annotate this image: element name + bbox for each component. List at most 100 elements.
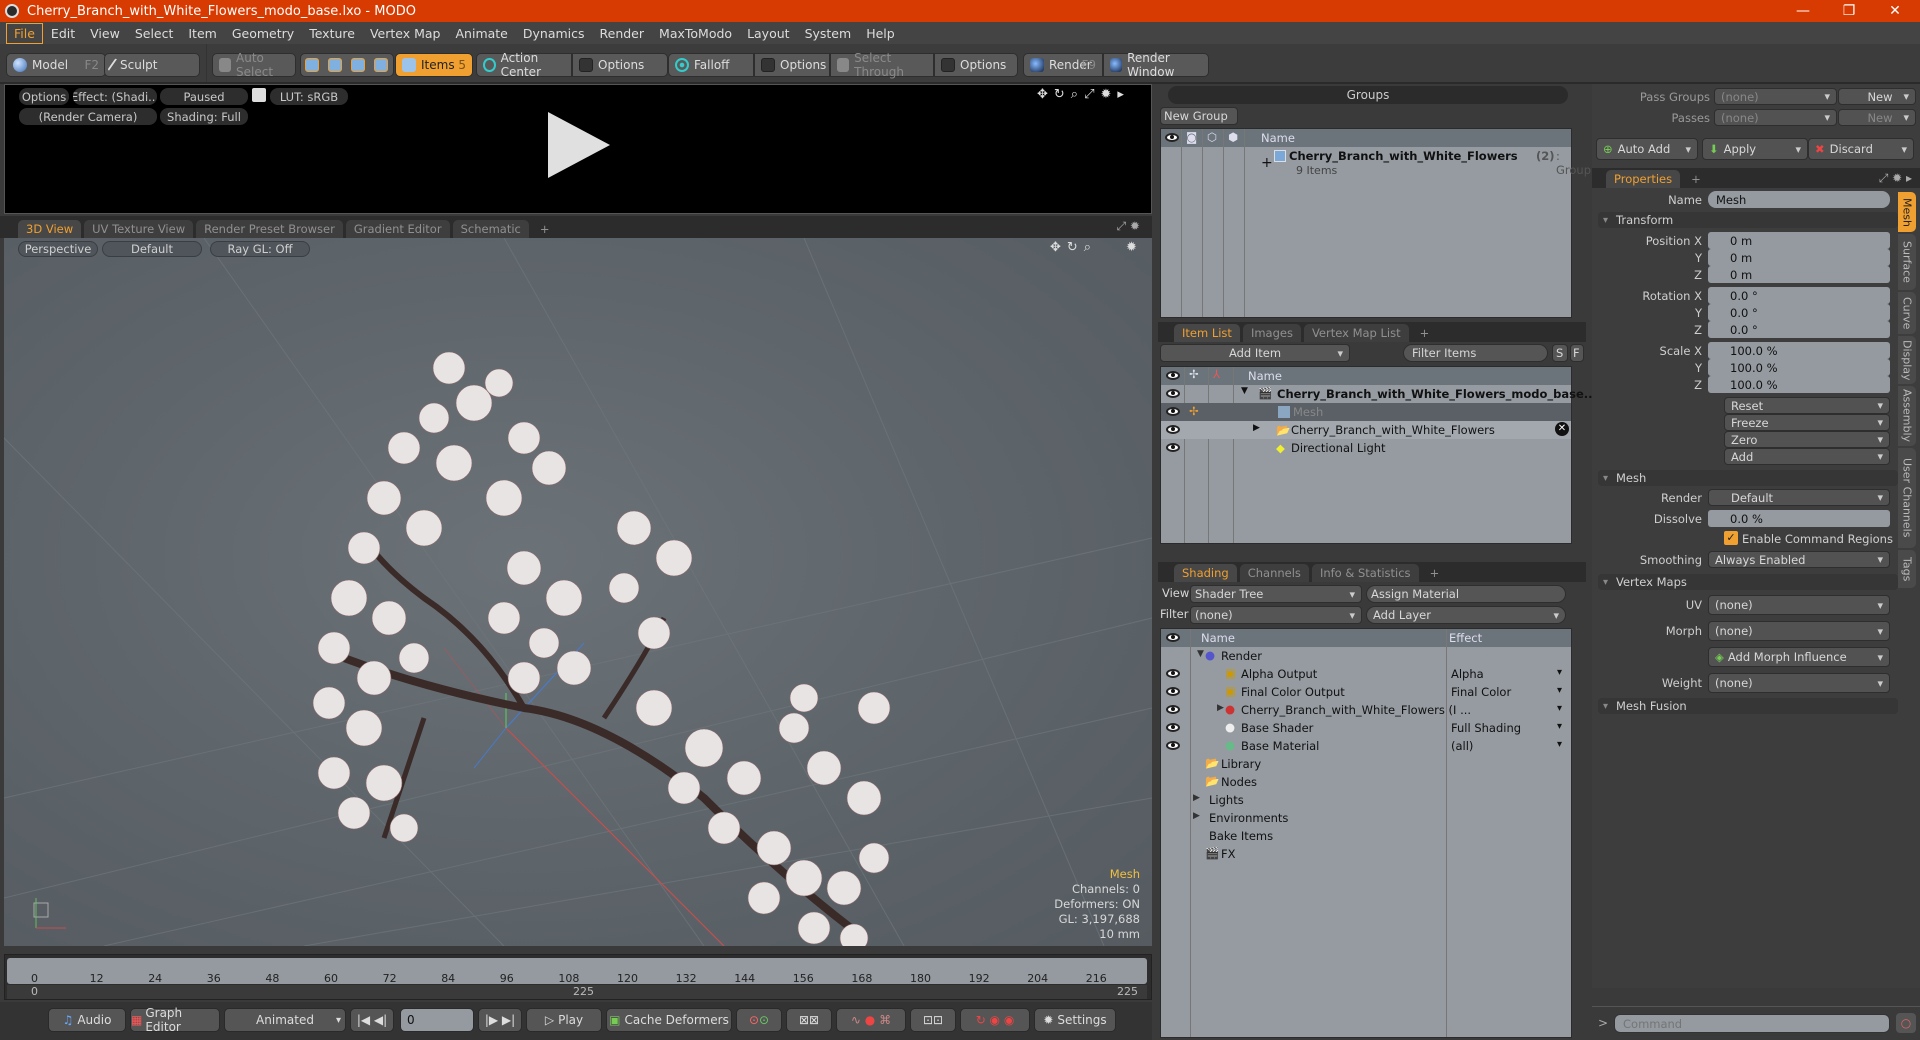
effect-dropdown-icon[interactable]: ▾ [1557, 721, 1562, 732]
pass-groups-dropdown[interactable]: (none) [1714, 88, 1837, 105]
preview-nav-icons[interactable]: ✥↻⌕⤢✹▸ [1037, 87, 1130, 102]
perspective-dropdown[interactable]: Perspective [18, 241, 98, 257]
scale-y-input[interactable]: 100.0 % [1708, 359, 1890, 376]
menu-view[interactable]: View [83, 24, 127, 43]
add-morph-influence-button[interactable]: ◈ Add Morph Influence [1708, 647, 1890, 667]
tab-schematic[interactable]: Schematic [452, 220, 529, 238]
polygon-mode-icon[interactable] [351, 58, 365, 72]
side-tab-display[interactable]: Display [1898, 336, 1916, 384]
side-tab-assembly[interactable]: Assembly [1898, 386, 1916, 446]
side-tab-user-channels[interactable]: User Channels [1898, 448, 1916, 548]
side-tab-tags[interactable]: Tags [1898, 550, 1916, 588]
shader-row[interactable]: ▶ Environments [1161, 809, 1571, 827]
edge-mode-icon[interactable] [328, 58, 342, 72]
key-buttons[interactable]: ⊙ ⊙ [736, 1008, 782, 1032]
visibility-icon[interactable] [1166, 705, 1180, 714]
action-center-button[interactable]: Action Center [476, 51, 572, 79]
shader-row[interactable]: 🎬 FX [1161, 845, 1571, 863]
side-tab-surface[interactable]: Surface [1898, 234, 1916, 290]
menu-select[interactable]: Select [128, 24, 181, 43]
menu-layout[interactable]: Layout [740, 24, 797, 43]
group-row[interactable]: + Cherry_Branch_with_White_Flowers (2) :… [1161, 149, 1591, 179]
freeze-dropdown[interactable]: Freeze [1724, 414, 1890, 431]
style-dropdown[interactable]: Default [102, 241, 202, 257]
tab-info-statistics[interactable]: Info & Statistics [1311, 564, 1419, 582]
select-through-options-button[interactable]: Options [934, 53, 1018, 77]
close-button[interactable]: ✕ [1872, 0, 1918, 22]
position-y-input[interactable]: 0 m [1708, 249, 1890, 266]
move-icon[interactable]: ✢ [1189, 367, 1199, 381]
rotation-x-input[interactable]: 0.0 ° [1708, 287, 1890, 304]
tab-render-preset-browser[interactable]: Render Preset Browser [196, 220, 343, 238]
menu-edit[interactable]: Edit [44, 24, 82, 43]
effect-dropdown-icon[interactable]: ▾ [1557, 685, 1562, 696]
menu-vertex-map[interactable]: Vertex Map [363, 24, 448, 43]
settings-button[interactable]: ✹ Settings [1034, 1008, 1116, 1032]
axes-icon[interactable]: ⅄ [1213, 367, 1220, 381]
add-tab-button[interactable]: + [1683, 170, 1709, 188]
shader-row[interactable]: ▼ ● Render [1161, 647, 1571, 665]
shader-row[interactable]: ● Base Shader Full Shading ▾ [1161, 719, 1571, 737]
menu-dynamics[interactable]: Dynamics [516, 24, 592, 43]
visibility-icon[interactable] [1166, 669, 1180, 678]
material-mode-icon[interactable] [374, 58, 388, 72]
position-x-input[interactable]: 0 m [1708, 232, 1890, 249]
lock-icon[interactable]: ⬡ [1207, 130, 1217, 144]
preview-options-button[interactable]: Options [19, 88, 69, 105]
lut-dropdown[interactable]: LUT: sRGB [270, 88, 348, 105]
graph-editor-button[interactable]: ▦ Graph Editor [130, 1006, 220, 1034]
model-button[interactable]: Model F2 [6, 53, 106, 77]
assign-material-button[interactable]: Assign Material [1366, 585, 1566, 603]
viewport-settings-icon[interactable]: ✹ [1126, 240, 1137, 255]
menu-render[interactable]: Render [593, 24, 652, 43]
shader-row[interactable]: 📂 Library [1161, 755, 1571, 773]
filter-f-button[interactable]: F [1570, 344, 1584, 362]
move-icon[interactable]: ✢ [1189, 404, 1199, 418]
expand-icon[interactable]: ▶ [1193, 811, 1200, 821]
loop-buttons[interactable]: ↻ ◉ ◉ [960, 1008, 1030, 1032]
visibility-icon[interactable] [1166, 371, 1180, 380]
timeline-range[interactable]: 0 225 225 [7, 985, 1147, 999]
action-center-options-button[interactable]: Options [572, 53, 668, 77]
timeline[interactable]: 0 12 24 36 48 60 72 84 96 108 120 132 144 156 168 180 19… [4, 954, 1152, 1000]
jump-key-buttons[interactable]: ⊡⊡ [910, 1008, 956, 1032]
tab-3d-view[interactable]: 3D View [18, 220, 82, 238]
shader-row[interactable]: ▣ Final Color Output Final Color ▾ [1161, 683, 1571, 701]
zero-dropdown[interactable]: Zero [1724, 431, 1890, 448]
cache-deformers-button[interactable]: ▣ Cache Deformers [606, 1008, 732, 1032]
camera-dropdown[interactable]: (Render Camera) [19, 108, 157, 125]
tab-channels[interactable]: Channels [1239, 564, 1309, 582]
preview-effect-dropdown[interactable]: Effect: (Shadi... [73, 88, 157, 105]
visibility-icon[interactable] [1166, 407, 1180, 416]
dissolve-input[interactable]: 0.0 % [1708, 510, 1890, 527]
filter-s-button[interactable]: S [1552, 344, 1568, 362]
panel-settings-icon[interactable]: ⤢ ✹ ▸ [1879, 171, 1912, 186]
tab-gradient-editor[interactable]: Gradient Editor [345, 220, 450, 238]
tab-properties[interactable]: Properties [1606, 170, 1681, 188]
minimize-button[interactable]: — [1780, 0, 1826, 22]
tab-vertex-map-list[interactable]: Vertex Map List [1303, 324, 1409, 342]
item-row-scene[interactable]: ▼ 🎬 Cherry_Branch_with_White_Flowers_mod… [1161, 385, 1601, 403]
rotation-z-input[interactable]: 0.0 ° [1708, 321, 1890, 338]
passes-dropdown[interactable]: (none) [1714, 109, 1837, 126]
select-icon[interactable]: ⬢ [1228, 130, 1238, 144]
falloff-button[interactable]: Falloff [668, 53, 754, 77]
raygl-toggle[interactable]: Ray GL: Off [210, 241, 310, 257]
uv-dropdown[interactable]: (none) [1708, 595, 1890, 615]
vertex-mode-icon[interactable] [305, 58, 319, 72]
shader-row[interactable]: 📂 Nodes [1161, 773, 1571, 791]
menu-file[interactable]: File [6, 22, 43, 44]
render-icon[interactable]: ◙ [1186, 130, 1197, 144]
add-item-dropdown[interactable]: Add Item [1160, 344, 1350, 362]
falloff-options-button[interactable]: Options [754, 53, 830, 77]
view-dropdown[interactable]: Shader Tree [1190, 585, 1362, 603]
expand-icon[interactable]: ▶ [1217, 703, 1224, 713]
side-tab-curve[interactable]: Curve [1898, 292, 1916, 334]
smoothing-dropdown[interactable]: Always Enabled [1708, 551, 1890, 568]
item-row-mesh[interactable]: ✢ Mesh [1161, 403, 1571, 421]
effect-dropdown-icon[interactable]: ▾ [1557, 703, 1562, 714]
sculpt-button[interactable]: Sculpt [104, 53, 200, 77]
position-z-input[interactable]: 0 m [1708, 266, 1890, 283]
frame-input[interactable]: 0 [400, 1008, 474, 1032]
go-start-button[interactable]: |◀ ◀| [350, 1008, 394, 1032]
